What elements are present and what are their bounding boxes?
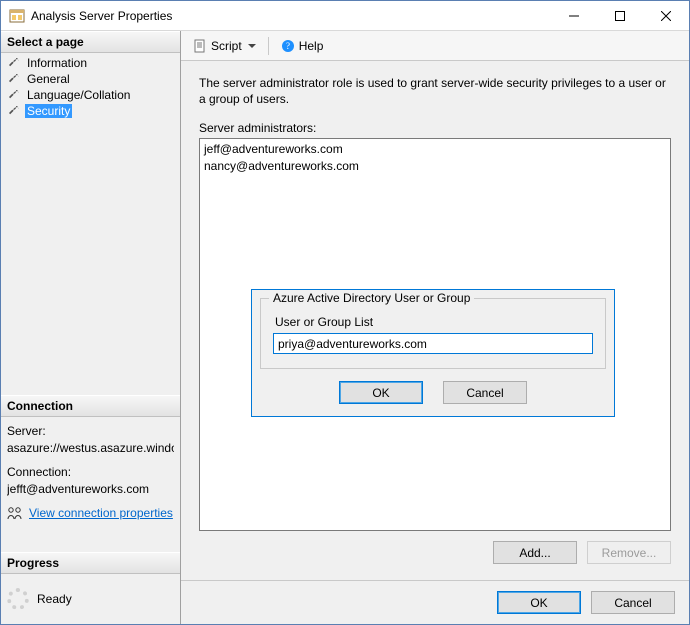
progress-header: Progress xyxy=(1,552,180,574)
toolbar: Script ? Help xyxy=(181,31,689,61)
user-or-group-input[interactable] xyxy=(273,333,593,354)
list-item[interactable]: jeff@adventureworks.com xyxy=(204,141,666,157)
close-button[interactable] xyxy=(643,1,689,31)
toolbar-separator xyxy=(268,37,269,55)
server-value: asazure://westus.asazure.windows xyxy=(7,440,174,457)
add-button[interactable]: Add... xyxy=(493,541,577,564)
nav-label: Language/Collation xyxy=(25,88,132,102)
wrench-icon xyxy=(7,88,21,102)
progress-block: Ready xyxy=(1,574,180,624)
app-icon xyxy=(9,8,25,24)
connection-header: Connection xyxy=(1,395,180,417)
right-pane: Script ? Help The server administrator r… xyxy=(181,31,689,624)
wrench-icon xyxy=(7,104,21,118)
dialog-footer: OK Cancel xyxy=(181,580,689,624)
window-title: Analysis Server Properties xyxy=(31,9,551,23)
wrench-icon xyxy=(7,72,21,86)
connection-block: Server: asazure://westus.asazure.windows… xyxy=(1,417,180,532)
dialog-cancel-button[interactable]: Cancel xyxy=(443,381,527,404)
content-area: The server administrator role is used to… xyxy=(181,61,689,580)
title-bar: Analysis Server Properties xyxy=(1,1,689,31)
connection-value: jefft@adventureworks.com xyxy=(7,481,174,498)
nav-label: Security xyxy=(25,104,72,118)
progress-spinner-icon xyxy=(7,588,29,610)
description-text: The server administrator role is used to… xyxy=(199,75,671,107)
nav-item-general[interactable]: General xyxy=(1,71,180,87)
dialog-title: Azure Active Directory User or Group xyxy=(269,291,474,305)
script-button[interactable]: Script xyxy=(189,37,260,55)
script-icon xyxy=(193,39,207,53)
progress-status: Ready xyxy=(37,592,72,606)
help-button[interactable]: ? Help xyxy=(277,37,328,55)
chevron-down-icon xyxy=(248,44,256,48)
left-pane: Select a page Information General Langua… xyxy=(1,31,181,624)
server-label: Server: xyxy=(7,423,174,440)
view-connection-properties-link[interactable]: View connection properties xyxy=(29,505,173,522)
svg-text:?: ? xyxy=(286,41,290,51)
user-or-group-label: User or Group List xyxy=(275,315,593,329)
nav-label: Information xyxy=(25,56,89,70)
script-label: Script xyxy=(211,39,242,53)
dialog-ok-button[interactable]: OK xyxy=(339,381,423,404)
ok-button[interactable]: OK xyxy=(497,591,581,614)
help-icon: ? xyxy=(281,39,295,53)
minimize-button[interactable] xyxy=(551,1,597,31)
admins-label: Server administrators: xyxy=(199,121,671,135)
wrench-icon xyxy=(7,56,21,70)
nav-item-language-collation[interactable]: Language/Collation xyxy=(1,87,180,103)
connection-properties-icon xyxy=(7,506,23,520)
maximize-button[interactable] xyxy=(597,1,643,31)
list-item[interactable]: nancy@adventureworks.com xyxy=(204,158,666,174)
nav-label: General xyxy=(25,72,72,86)
remove-button: Remove... xyxy=(587,541,671,564)
select-page-header: Select a page xyxy=(1,31,180,53)
page-nav: Information General Language/Collation S… xyxy=(1,53,180,125)
nav-item-security[interactable]: Security xyxy=(1,103,180,119)
nav-item-information[interactable]: Information xyxy=(1,55,180,71)
add-remove-row: Add... Remove... xyxy=(199,531,671,570)
help-label: Help xyxy=(299,39,324,53)
cancel-button[interactable]: Cancel xyxy=(591,591,675,614)
connection-label: Connection: xyxy=(7,464,174,481)
azure-ad-dialog: Azure Active Directory User or Group Use… xyxy=(251,289,615,417)
